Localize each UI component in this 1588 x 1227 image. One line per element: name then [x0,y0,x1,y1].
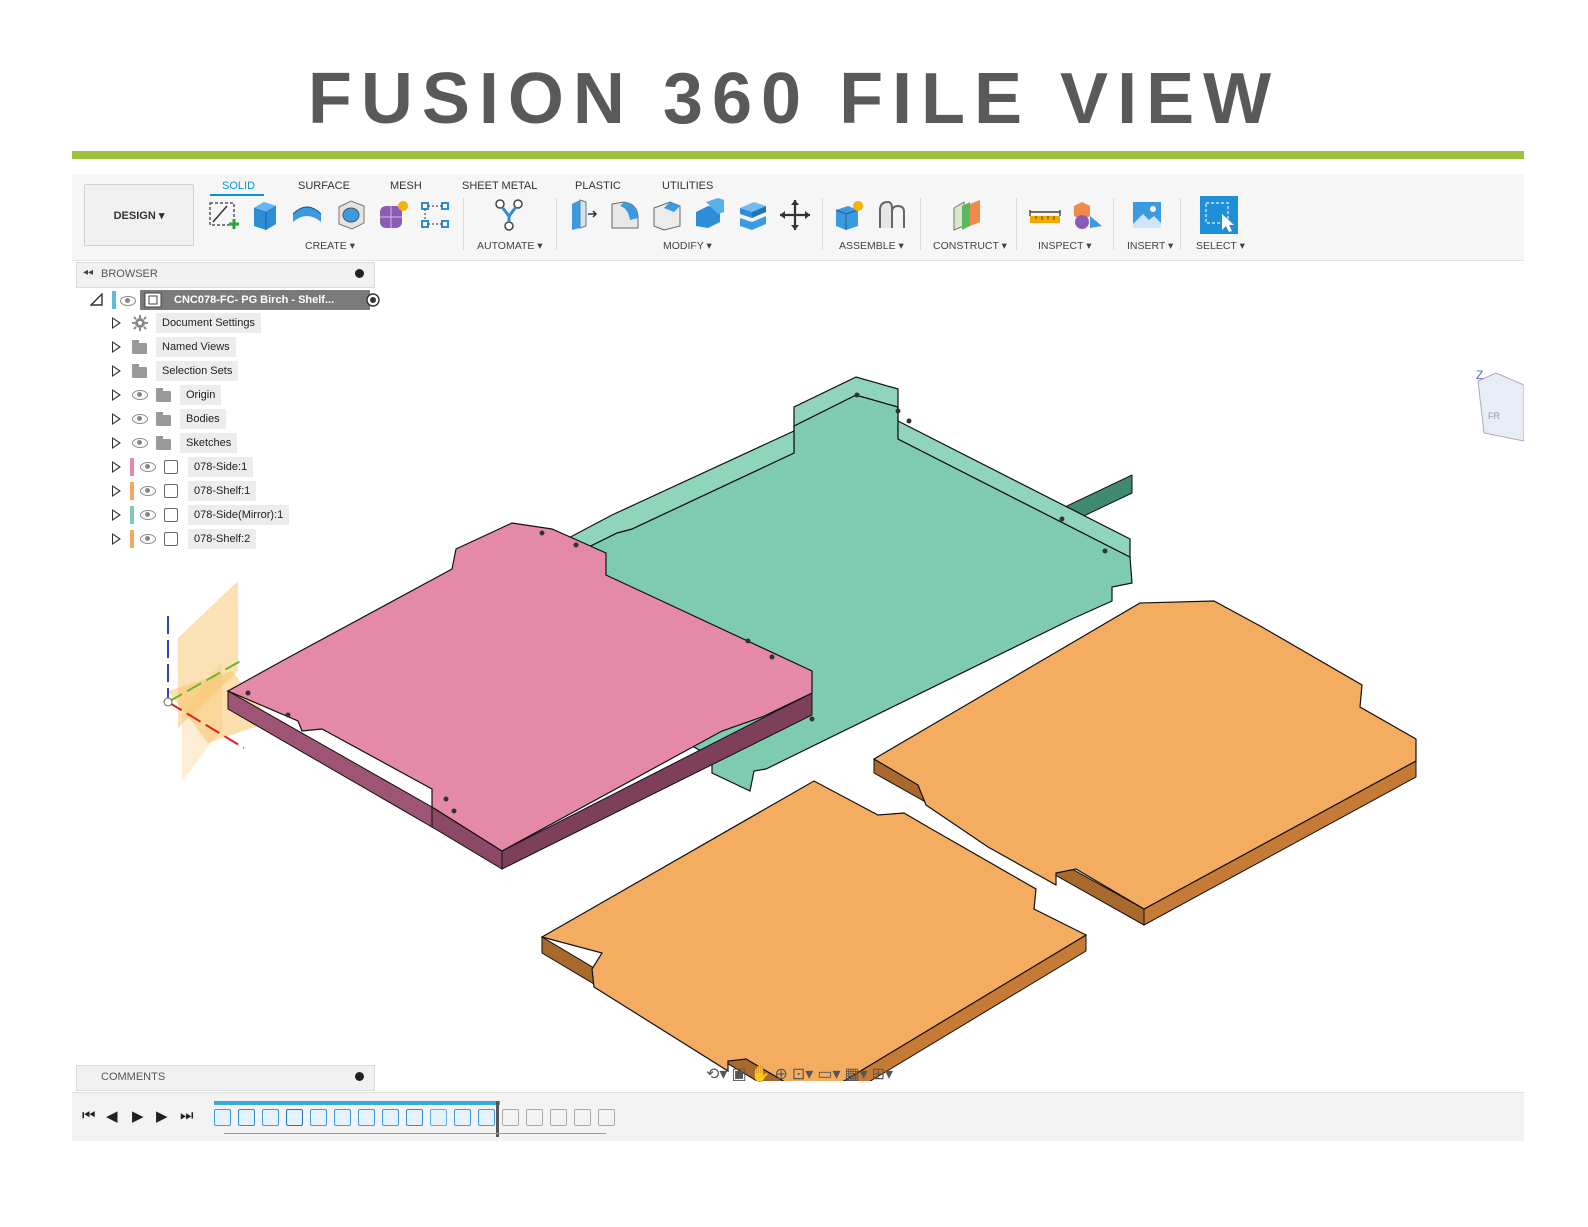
timeline-feature-icon[interactable] [478,1109,495,1126]
fit-icon[interactable]: ⊡▾ [792,1064,813,1090]
active-tab-underline [210,194,264,196]
revolve-icon[interactable] [290,198,324,232]
tab-mesh[interactable]: MESH [390,180,422,192]
viewcube-face-label: FR [1488,411,1500,421]
timeline-feature-icon[interactable] [430,1109,447,1126]
go-to-start-icon[interactable]: ⏮ [82,1107,96,1124]
toolbar: DESIGN ▾ SOLID SURFACE MESH SHEET METAL … [72,174,1524,261]
timeline-feature-icon[interactable] [214,1109,231,1126]
timeline-feature-icon[interactable] [382,1109,399,1126]
look-at-icon[interactable]: ▣ [731,1064,746,1090]
shell-icon[interactable] [692,198,726,232]
timeline-feature-icon[interactable] [286,1109,303,1126]
tab-sheet-metal[interactable]: SHEET METAL [462,180,537,192]
move-icon[interactable] [778,198,812,232]
play-icon[interactable]: ▶︎ [132,1107,144,1125]
3d-viewport[interactable]: Z FR [72,261,1524,1081]
viewcube[interactable]: Z FR [1476,368,1524,442]
automate-icon[interactable] [492,198,526,232]
timeline-feature-icon[interactable] [502,1109,519,1126]
timeline-feature-icon[interactable] [454,1109,471,1126]
new-component-icon[interactable] [832,198,866,232]
create-sketch-icon[interactable] [207,198,241,232]
display-settings-icon[interactable]: ▭▾ [817,1064,840,1090]
pan-icon[interactable]: ✋ [751,1064,771,1090]
chamfer-icon[interactable] [650,198,684,232]
separator [920,198,921,250]
separator [822,198,823,250]
timeline-track [214,1101,500,1105]
timeline-feature-icon[interactable] [598,1109,615,1126]
tab-utilities[interactable]: UTILITIES [662,180,713,192]
create-group-label[interactable]: CREATE ▾ [305,240,355,252]
navigation-bar: ⟲▾ ▣ ✋ ⊕ ⊡▾ ▭▾ ▦▾ ⊞▾ [706,1064,893,1090]
inspect-group-label[interactable]: INSPECT ▾ [1038,240,1092,252]
timeline-feature-icon[interactable] [406,1109,423,1126]
select-group-label[interactable]: SELECT ▾ [1196,240,1245,252]
grid-settings-icon[interactable]: ▦▾ [844,1064,867,1090]
timeline-feature-icon[interactable] [238,1109,255,1126]
joint-icon[interactable] [874,198,908,232]
separator [1180,198,1181,250]
timeline-feature-icon[interactable] [334,1109,351,1126]
insert-group-label[interactable]: INSERT ▾ [1127,240,1173,252]
slide-title: FUSION 360 FILE VIEW [307,59,1281,139]
timeline-feature-icon[interactable] [574,1109,591,1126]
combine-icon[interactable] [736,198,770,232]
tab-solid[interactable]: SOLID [222,180,255,192]
timeline-feature-icon[interactable] [526,1109,543,1126]
hole-icon[interactable] [334,198,368,232]
timeline: ⏮ ◀︎ ▶︎ ▶︎ ⏭ [72,1092,1524,1141]
press-pull-icon[interactable] [566,198,600,232]
separator [1016,198,1017,250]
select-icon[interactable] [1200,196,1238,234]
timeline-feature-icon[interactable] [550,1109,567,1126]
derive-icon[interactable] [418,198,452,232]
step-back-icon[interactable]: ◀︎ [106,1107,118,1125]
offset-plane-icon[interactable] [950,198,984,232]
timeline-feature-icon[interactable] [358,1109,375,1126]
timeline-axis [224,1133,606,1134]
separator [556,198,557,250]
step-forward-icon[interactable]: ▶︎ [156,1107,168,1125]
timeline-feature-icon[interactable] [262,1109,279,1126]
separator [463,198,464,250]
assemble-group-label[interactable]: ASSEMBLE ▾ [839,240,904,252]
accent-rule [72,151,1524,159]
fusion-app-window: DESIGN ▾ SOLID SURFACE MESH SHEET METAL … [72,174,1524,1162]
automate-group-label[interactable]: AUTOMATE ▾ [477,240,543,252]
form-icon[interactable] [376,198,410,232]
tab-plastic[interactable]: PLASTIC [575,180,621,192]
tab-surface[interactable]: SURFACE [298,180,350,192]
timeline-marker[interactable] [496,1101,499,1137]
viewports-icon[interactable]: ⊞▾ [872,1064,893,1090]
display-component-colors-icon[interactable] [1070,198,1104,232]
go-to-end-icon[interactable]: ⏭ [180,1107,194,1124]
zoom-icon[interactable]: ⊕ [774,1064,787,1090]
timeline-feature-icon[interactable] [310,1109,327,1126]
separator [1113,198,1114,250]
fillet-icon[interactable] [608,198,642,232]
construct-group-label[interactable]: CONSTRUCT ▾ [933,240,1007,252]
measure-icon[interactable] [1028,198,1062,232]
workspace-dropdown[interactable]: DESIGN ▾ [84,184,194,246]
extrude-icon[interactable] [248,198,282,232]
modify-group-label[interactable]: MODIFY ▾ [663,240,712,252]
orbit-icon[interactable]: ⟲▾ [706,1064,727,1090]
insert-image-icon[interactable] [1130,198,1164,232]
